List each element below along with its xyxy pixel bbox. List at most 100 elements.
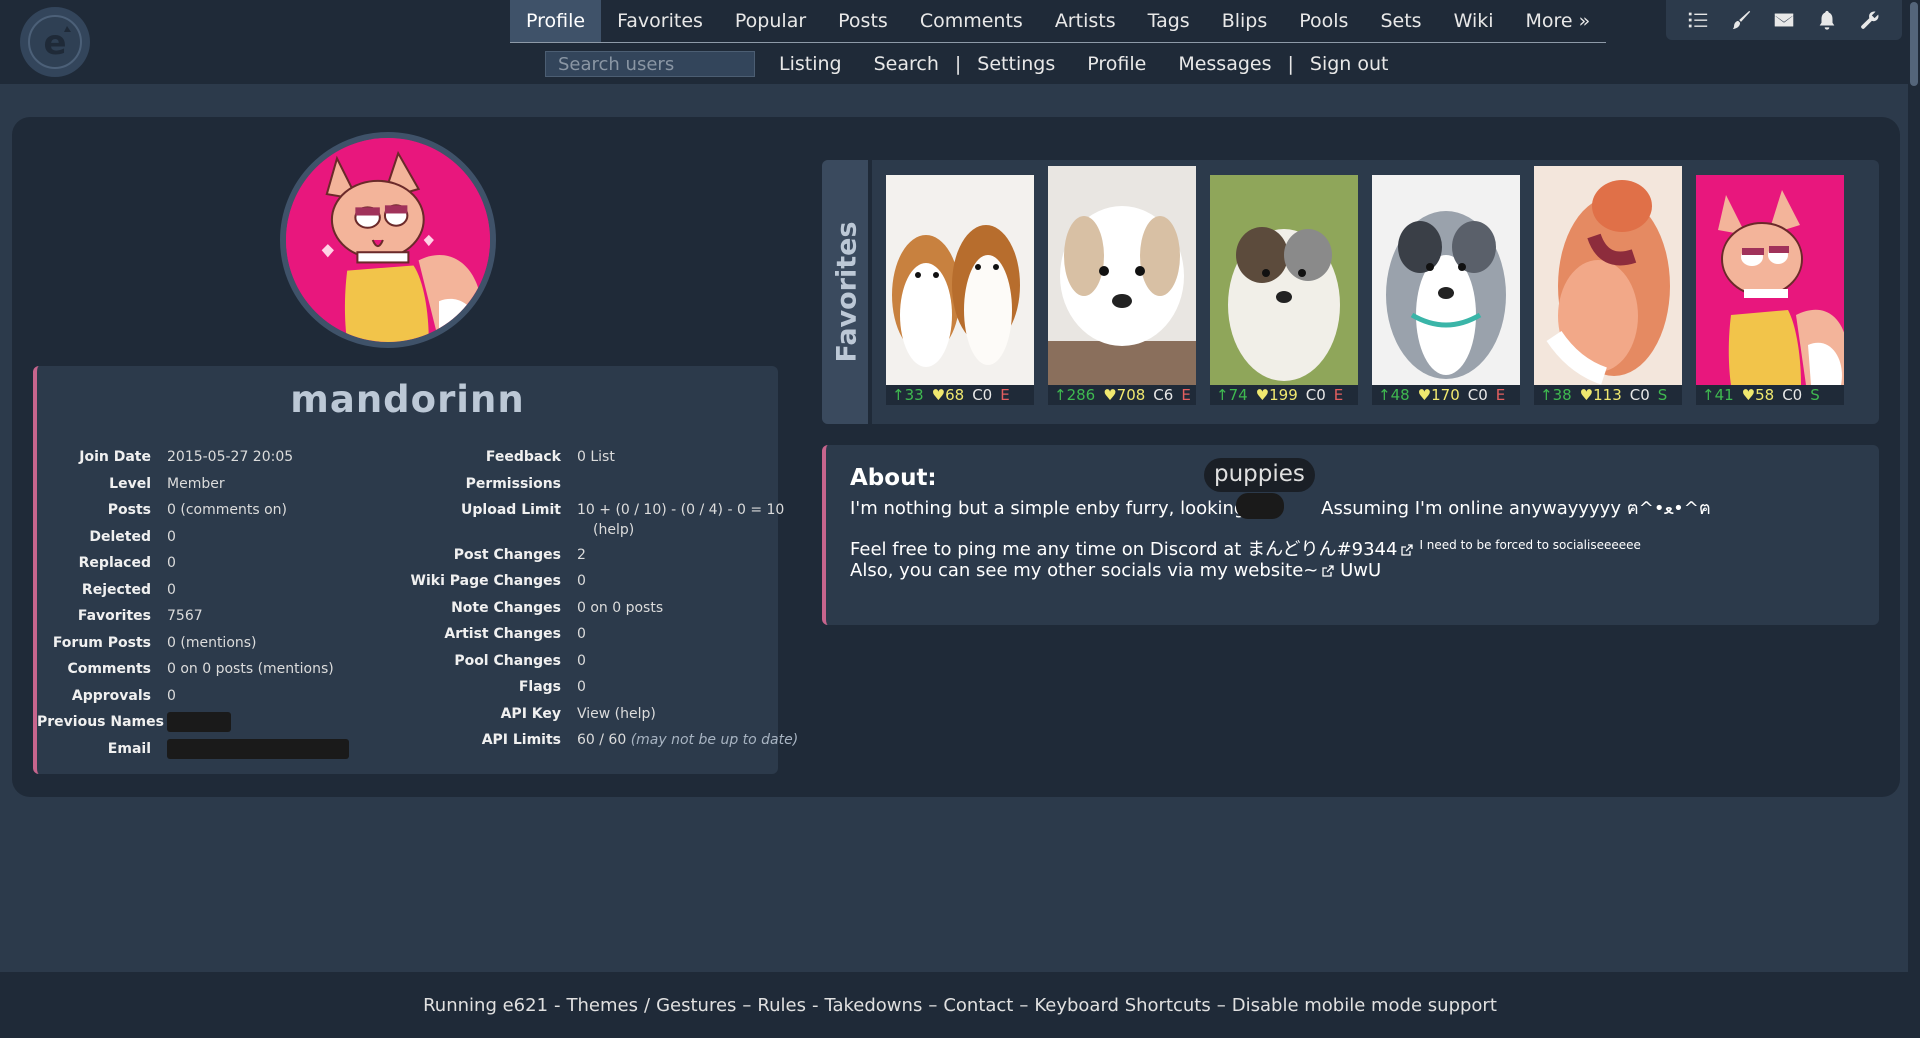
post-comments: C6 [1153,386,1174,404]
footer-rules[interactable]: Rules [757,995,806,1016]
stat-value[interactable]: 0 on 0 posts (mentions) [167,656,334,683]
stat-value[interactable]: 0 (mentions) [167,630,257,657]
nav-comments[interactable]: Comments [904,0,1039,42]
subnav-profile[interactable]: Profile [1071,53,1162,75]
favorite-post[interactable]: ↑286 ♥708 C6 E [1048,166,1196,405]
footer-themes[interactable]: Themes [567,995,638,1016]
stat-label: Level [109,475,151,492]
post-thumbnail[interactable] [886,175,1034,385]
brush-icon[interactable] [1729,8,1753,32]
post-comments: C0 [1629,386,1650,404]
stat-label: Feedback [485,449,561,465]
nav-posts[interactable]: Posts [822,0,904,42]
e621-logo-icon: e [28,15,82,69]
stat-value[interactable]: 0 [167,683,176,710]
stat-label: Favorites [77,608,151,624]
stat-value[interactable]: 0 (comments on) [167,497,287,524]
nav-favorites[interactable]: Favorites [601,0,719,42]
stat-value[interactable]: 0 [577,648,586,675]
avatar[interactable] [280,132,496,348]
nav-pools[interactable]: Pools [1283,0,1364,42]
about-text: Assuming I'm online anywayyyyy ฅ^•ﻌ•^ฅ [1321,498,1711,519]
favorite-post[interactable]: ↑74 ♥199 C0 E [1210,175,1358,405]
site-logo[interactable]: e [20,7,90,77]
page-scrollbar[interactable] [1908,0,1920,972]
external-link-icon [1322,565,1335,577]
stat-forum-posts: Forum Posts 0 (mentions) [37,630,349,657]
stat-label: Note Changes [451,599,561,616]
subnav-search[interactable]: Search [858,53,955,75]
post-thumbnail[interactable] [1048,166,1196,385]
about-title: About: [850,465,937,491]
stat-value[interactable]: 0 [167,524,176,551]
footer-separator: – [742,994,752,1016]
footer-running[interactable]: Running e621 [423,995,548,1016]
post-thumbnail[interactable] [1696,175,1844,385]
stat-note-changes: Note Changes 0 on 0 posts [367,595,798,622]
bell-icon[interactable] [1815,8,1839,32]
post-score: ↑74 [1216,386,1248,404]
favorite-post[interactable]: ↑33 ♥68 C0 E [886,175,1034,405]
stats-left: Join Date 2015-05-27 20:05 Level Member Po… [37,444,349,762]
stat-value [167,709,231,736]
favorite-post[interactable]: ↑41 ♥58 C0 S [1696,175,1844,405]
stat-value[interactable]: 0 [577,621,586,648]
website-link[interactable]: website~ [1234,560,1319,581]
hover-tooltip: puppies [1204,458,1315,492]
post-stats: ↑286 ♥708 C6 E [1048,385,1196,405]
stat-value[interactable]: 0 [577,674,586,701]
scrollbar-thumb[interactable] [1910,2,1918,86]
subnav-messages[interactable]: Messages [1162,53,1287,75]
favorite-post[interactable]: ↑48 ♥170 C0 E [1372,175,1520,405]
post-rating: E [1333,386,1344,404]
stat-value[interactable]: 7567 [167,603,203,630]
nav-sets[interactable]: Sets [1364,0,1437,42]
svg-text:e: e [43,23,66,63]
stat-value[interactable]: 0 [167,577,176,604]
mail-icon[interactable] [1772,8,1796,32]
nav-profile[interactable]: Profile [510,0,602,42]
favorite-post[interactable]: ↑38 ♥113 C0 S [1534,166,1682,405]
stat-label: Approvals [71,687,151,704]
nav-tags[interactable]: Tags [1132,0,1206,42]
nav-artists[interactable]: Artists [1039,0,1132,42]
subnav-listing[interactable]: Listing [763,53,858,75]
search-users-input[interactable] [545,51,755,77]
post-score: ↑48 [1378,386,1410,404]
nav-blips[interactable]: Blips [1206,0,1284,42]
footer-gestures[interactable]: Gestures [656,995,736,1016]
spoiler-text[interactable] [1236,493,1284,519]
nav-popular[interactable]: Popular [719,0,822,42]
footer-keyboard-shortcuts[interactable]: Keyboard Shortcuts [1034,995,1210,1016]
post-score: ↑33 [892,386,924,404]
footer-takedowns[interactable]: Takedowns [824,995,922,1016]
stat-value[interactable]: 0 on 0 posts [577,595,663,622]
tasks-icon[interactable] [1686,8,1710,32]
favorites-label[interactable]: Favorites [822,160,872,424]
nav-more[interactable]: More » [1510,0,1607,42]
post-thumbnail[interactable] [1372,175,1520,385]
stat-value[interactable]: 0 [167,550,176,577]
post-thumbnail[interactable] [1210,175,1358,385]
about-text: Also, you can see my other socials via m… [850,560,1234,581]
stat-value[interactable]: View (help) [577,701,656,728]
stat-value[interactable]: 0 [577,568,586,595]
post-comments: C0 [972,386,993,404]
wrench-icon[interactable] [1858,8,1882,32]
username: mandorinn [290,378,525,421]
stat-label: Permissions [465,475,561,492]
footer-disable-mobile[interactable]: Disable mobile mode support [1232,995,1497,1016]
stat-approvals: Approvals 0 [37,683,349,710]
stat-permissions: Permissions [367,471,798,498]
subnav-settings[interactable]: Settings [961,53,1071,75]
stat-label: API Key [500,705,561,722]
post-thumbnail[interactable] [1534,166,1682,385]
stat-value[interactable]: 2 [577,542,586,569]
nav-wiki[interactable]: Wiki [1438,0,1510,42]
post-favcount: ♥199 [1255,386,1298,404]
footer-contact[interactable]: Contact [943,995,1013,1016]
stat-label: Posts [107,502,151,518]
stat-value[interactable]: 0 List [577,444,615,471]
discord-link[interactable]: まんどりん#9344 [1247,539,1397,560]
subnav-sign-out[interactable]: Sign out [1294,53,1405,75]
